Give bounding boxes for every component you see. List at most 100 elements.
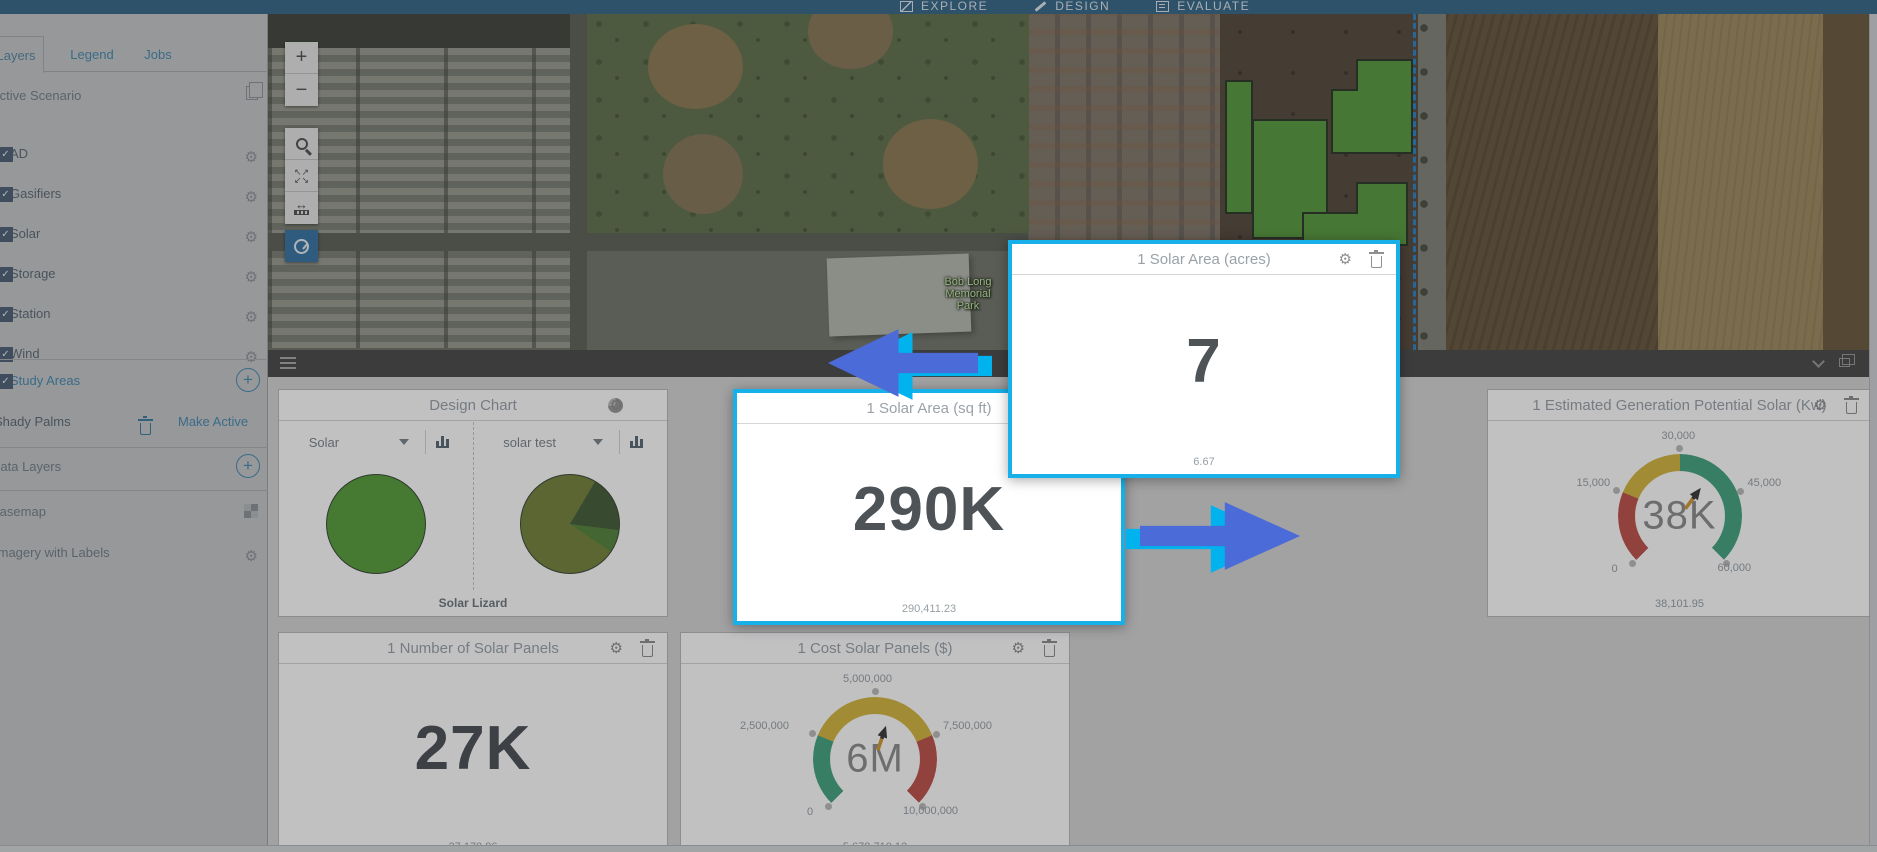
nav-evaluate[interactable]: EVALUATE [1156,0,1250,13]
collapse-dashboard-icon[interactable] [1812,355,1825,368]
layer-row-ad[interactable]: ✓ AD ⚙ [0,140,268,168]
card-cost-solar-panels: 1 Cost Solar Panels ($) ⚙ 6M 0 2,500,000… [680,632,1070,852]
basemap-label: Basemap [0,504,46,519]
solar-polygons[interactable] [1218,54,1428,254]
zoom-out-button[interactable]: − [285,74,318,106]
map-tree-strip [268,14,608,48]
evaluate-icon [1156,1,1169,12]
bar-chart-icon[interactable] [630,436,643,448]
zoom-in-button[interactable]: + [285,42,318,74]
bar-chart-icon[interactable] [436,436,449,448]
scenario-footer-label: Solar Lizard [279,596,667,610]
basemap-grid-icon[interactable] [244,504,258,518]
gear-icon[interactable]: ⚙ [245,223,258,251]
map-ballfield [663,134,743,214]
scenario-row-shady-palms[interactable]: Shady Palms Make Active [0,408,268,436]
gear-icon[interactable]: ⚙ [245,143,258,171]
trash-icon [642,645,653,657]
card-solar-area-acres[interactable]: 1 Solar Area (acres) ⚙ 7 6.67 [1008,240,1400,478]
card-header[interactable]: 1 Number of Solar Panels ⚙ [279,633,667,664]
pie-solar[interactable] [326,474,426,574]
layer-checkbox[interactable]: ✓ [0,187,13,202]
horizontal-scrollbar[interactable] [0,845,1877,852]
divider [425,430,426,454]
add-data-layer-button[interactable]: + [236,454,260,478]
measure-icon: ↔ [294,201,309,215]
layer-row-gasifiers[interactable]: ✓ Gasifiers ⚙ [0,180,268,208]
design-chart-body: Solar solar test [279,422,667,590]
gear-icon[interactable]: ⚙ [245,542,258,570]
layer-select-dropdown[interactable]: solar test [497,432,609,453]
gear-icon[interactable]: ⚙ [610,397,623,413]
trash-icon [140,423,151,435]
tab-legend[interactable]: Legend [62,36,122,73]
delete-card-button[interactable] [1044,642,1055,659]
layer-checkbox[interactable]: ✓ [0,267,13,282]
gear-icon[interactable]: ⚙ [1814,397,1827,413]
card-design-chart: Design Chart ⚙ Solar [278,389,668,617]
restore-dashboard-icon[interactable] [1839,358,1850,367]
scenario-copy-icon[interactable] [246,86,258,100]
map-place-label: Bob Long Memorial Park [920,276,1016,312]
layer-row-wind[interactable]: ✓ Wind ⚙ [0,340,268,368]
extent-button[interactable]: ↖↗↙↘ [285,160,318,192]
delete-card-button[interactable] [1846,399,1857,416]
nav-explore[interactable]: EXPLORE [900,0,988,13]
pie-solar-test[interactable] [520,474,620,574]
nav-design[interactable]: DESIGN [1034,0,1110,13]
delete-card-button[interactable] [1371,253,1382,270]
card-title: 1 Cost Solar Panels ($) [797,640,952,657]
divider [0,490,268,491]
layer-checkbox[interactable]: ✓ [0,147,13,162]
gauge-value: 6M [846,737,904,782]
card-title: 1 Estimated Generation Potential Solar (… [1532,397,1826,414]
gauge-tick-label: 5,000,000 [843,673,892,685]
card-number-of-panels: 1 Number of Solar Panels ⚙ 27K 27,170.86 [278,632,668,852]
gear-icon[interactable]: ⚙ [245,303,258,331]
gear-icon[interactable]: ⚙ [245,263,258,291]
nav-evaluate-label: EVALUATE [1177,0,1250,13]
vertical-scrollbar[interactable] [1869,14,1877,852]
layer-checkbox[interactable]: ✓ [0,307,13,322]
layer-checkbox[interactable]: ✓ [0,227,13,242]
gauge-tick-label: 7,500,000 [943,720,992,732]
tab-layers[interactable]: Layers [0,36,44,73]
gear-icon[interactable]: ⚙ [1339,251,1352,267]
card-header[interactable]: 1 Cost Solar Panels ($) ⚙ [681,633,1069,664]
make-active-link[interactable]: Make Active [178,408,248,436]
measure-button[interactable]: ↔ [285,192,318,224]
card-header[interactable]: Design Chart ⚙ [279,390,667,421]
card-header[interactable]: 1 Solar Area (acres) ⚙ [1012,244,1396,275]
layer-select-dropdown[interactable]: Solar [303,432,415,453]
layer-checkbox[interactable]: ✓ [0,374,13,389]
delete-scenario-button[interactable] [140,414,151,442]
delete-card-button[interactable] [642,642,653,659]
gear-icon[interactable]: ⚙ [1012,640,1025,656]
dashboard-toggle-button[interactable] [285,230,318,262]
divider [0,447,268,448]
basemap-layer-row[interactable]: Imagery with Labels ⚙ [0,539,268,567]
hamburger-menu-icon[interactable] [280,357,296,359]
layer-row-storage[interactable]: ✓ Storage ⚙ [0,260,268,288]
layer-row-station[interactable]: ✓ Station ⚙ [0,300,268,328]
search-icon [296,138,308,150]
tab-jobs[interactable]: Jobs [136,36,180,73]
dropdown-value: solar test [503,435,556,450]
gauge-tick-dot [933,731,940,738]
search-button[interactable] [285,128,318,160]
geoplanner-app: Bob Long Memorial Park + − ↖↗↙↘ ↔ EXPLOR… [0,0,1877,852]
gauge-icon [294,239,309,254]
zoom-controls: + − [285,42,318,106]
layer-row-solar[interactable]: ✓ Solar ⚙ [0,220,268,248]
gauge-tick-label: 0 [1612,563,1618,575]
study-areas-row[interactable]: ✓ Study Areas + [0,367,268,395]
gear-icon[interactable]: ⚙ [610,640,623,656]
kpi-raw-value: 38,101.95 [1488,598,1871,610]
kpi-value: 7 [1012,276,1396,446]
divider [0,359,268,360]
gauge-tick-dot [825,803,832,810]
gear-icon[interactable]: ⚙ [245,183,258,211]
card-header[interactable]: 1 Estimated Generation Potential Solar (… [1488,390,1871,421]
map-tools: ↖↗↙↘ ↔ [285,128,318,224]
add-study-area-button[interactable]: + [236,368,260,392]
